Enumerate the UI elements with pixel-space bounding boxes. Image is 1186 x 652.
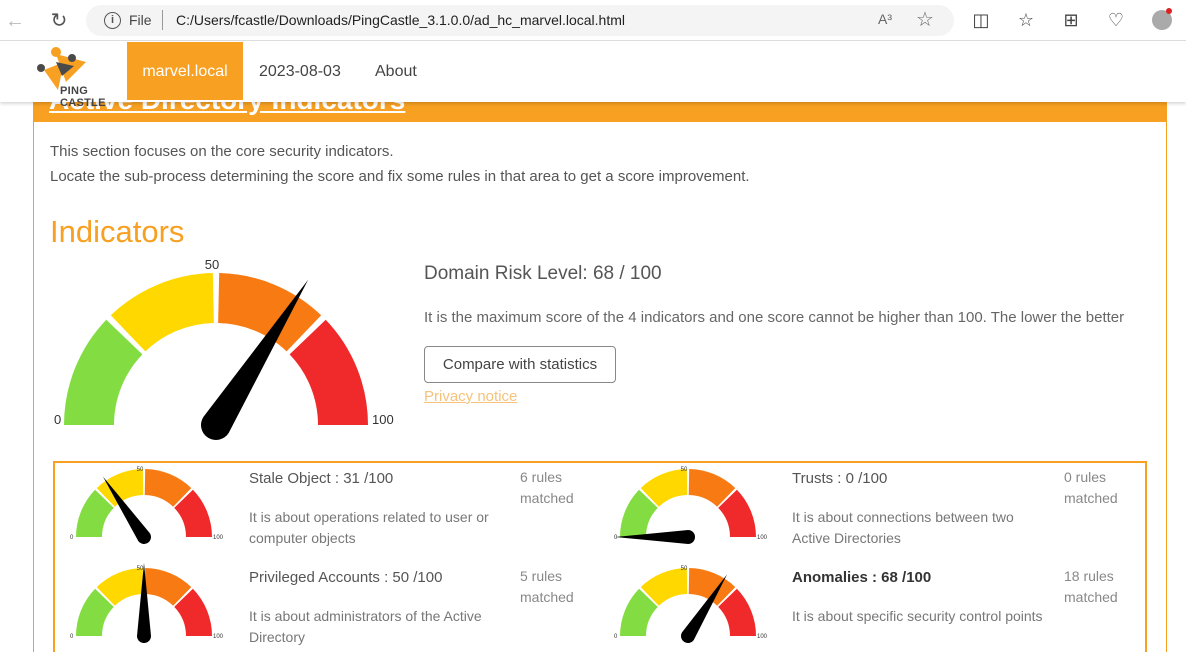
info-icon[interactable]: i	[104, 12, 121, 29]
nav-about[interactable]: About	[375, 42, 417, 100]
privileged-accounts-gauge: 0 50 100	[70, 563, 224, 643]
mini-gauge-mid-label: 50	[681, 467, 688, 473]
domain-risk-description: It is the maximum score of the 4 indicat…	[424, 309, 1125, 326]
mini-gauge-min-label: 0	[70, 535, 74, 541]
anomalies-desc-1: It is about specific security control po…	[792, 608, 1043, 624]
trusts-gauge: 0 50 100	[614, 467, 768, 544]
notification-dot	[1166, 8, 1172, 14]
mini-gauge-max-label: 100	[213, 535, 224, 541]
file-label: File	[129, 12, 152, 28]
compare-statistics-button[interactable]: Compare with statistics	[424, 346, 616, 383]
address-bar[interactable]: i File C:/Users/fcastle/Downloads/PingCa…	[86, 5, 954, 36]
privileged-accounts-title[interactable]: Privileged Accounts : 50 /100	[249, 569, 442, 586]
address-separator	[162, 10, 163, 30]
stale-object-rules-1: 6 rules	[520, 469, 563, 485]
favorites-icon[interactable]: ☆	[1014, 8, 1038, 32]
trusts-desc-2: Active Directories	[792, 530, 901, 546]
nav-date[interactable]: 2023-08-03	[259, 42, 341, 100]
privileged-accounts-desc-2: Directory	[249, 629, 306, 645]
url-text[interactable]: C:/Users/fcastle/Downloads/PingCastle_3.…	[176, 12, 625, 28]
domain-risk-title: Domain Risk Level: 68 / 100	[424, 263, 662, 284]
indicators-heading: Indicators	[50, 214, 185, 249]
intro-text-1: This section focuses on the core securit…	[50, 143, 394, 160]
trusts-rules-2: matched	[1064, 490, 1118, 506]
mini-gauge-min-label: 0	[614, 634, 618, 640]
mini-gauge-max-label: 100	[757, 535, 768, 541]
trusts-rules-1: 0 rules	[1064, 469, 1107, 485]
trusts-title[interactable]: Trusts : 0 /100	[792, 470, 887, 487]
privacy-notice-link[interactable]: Privacy notice	[424, 388, 517, 405]
anomalies-title[interactable]: Anomalies : 68 /100	[792, 569, 931, 586]
nav-domain[interactable]: marvel.local	[127, 42, 243, 100]
collections-icon[interactable]: ⊞	[1059, 8, 1083, 32]
mini-gauge-max-label: 100	[213, 634, 224, 640]
stale-object-title[interactable]: Stale Object : 31 /100	[249, 470, 393, 487]
trusts-desc-1: It is about connections between two	[792, 509, 1014, 525]
stale-object-rules-2: matched	[520, 490, 574, 506]
privileged-accounts-rules-2: matched	[520, 589, 574, 605]
mini-gauge-mid-label: 50	[137, 467, 144, 473]
mini-gauge-mid-label: 50	[681, 566, 688, 572]
privileged-accounts-rules-1: 5 rules	[520, 568, 563, 584]
domain-risk-gauge: 0 50 100	[54, 257, 394, 440]
privileged-accounts-desc-1: It is about administrators of the Active	[249, 608, 482, 624]
mini-gauge-max-label: 100	[757, 634, 768, 640]
refresh-icon[interactable]: ↻	[46, 8, 72, 34]
pingcastle-logo[interactable]: PING CASTLE	[36, 44, 126, 109]
stale-object-desc-1: It is about operations related to user o…	[249, 509, 489, 525]
stale-object-desc-2: computer objects	[249, 530, 356, 546]
browser-toolbar: ← ↻ i File C:/Users/fcastle/Downloads/Pi…	[0, 0, 1186, 41]
stale-object-gauge: 0 50 100	[70, 467, 224, 544]
anomalies-rules-1: 18 rules	[1064, 568, 1114, 584]
read-aloud-icon[interactable]: A³	[878, 11, 892, 27]
intro-text-2: Locate the sub-process determining the s…	[50, 168, 750, 185]
favorite-star-icon[interactable]: ☆	[916, 7, 934, 32]
mini-gauge-min-label: 0	[614, 535, 618, 541]
section-title-band: Active Directory Indicators	[33, 102, 1167, 122]
gauge-mid-label: 50	[205, 257, 219, 272]
gauge-min-label: 0	[54, 412, 61, 427]
anomalies-gauge: 0 50 100	[614, 566, 768, 643]
performance-icon[interactable]: ♡	[1104, 8, 1128, 32]
gauge-max-label: 100	[372, 412, 394, 427]
page-header: PING CASTLE marvel.local 2023-08-03 Abou…	[0, 42, 1186, 109]
mini-gauge-min-label: 0	[70, 634, 74, 640]
split-screen-icon[interactable]: ◫	[969, 8, 993, 32]
anomalies-rules-2: matched	[1064, 589, 1118, 605]
logo-text: PING CASTLE	[60, 85, 106, 109]
back-icon[interactable]: ←	[2, 8, 28, 34]
mini-gauge-mid-label: 50	[137, 566, 144, 572]
